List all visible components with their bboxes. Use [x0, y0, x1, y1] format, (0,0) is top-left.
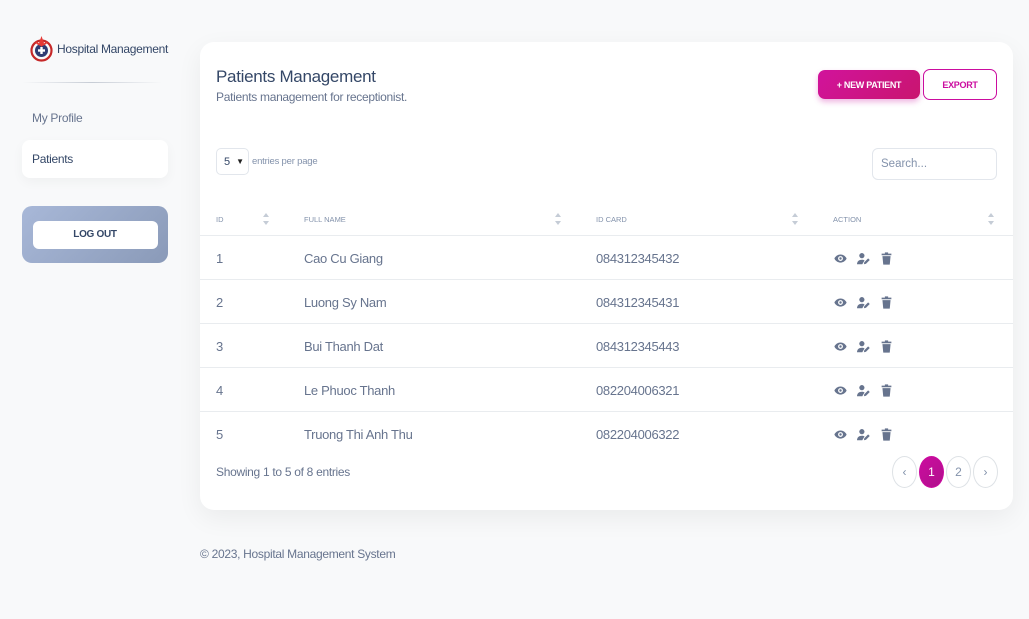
cell-full-name: Truong Thi Anh Thu	[304, 426, 413, 442]
cell-id: 5	[216, 426, 223, 442]
page-title: Patients Management	[216, 67, 376, 86]
row-actions	[833, 324, 893, 368]
sort-icon[interactable]	[792, 213, 798, 225]
sort-icon[interactable]	[988, 213, 994, 225]
page-2-button[interactable]: 2	[946, 456, 971, 488]
eye-icon[interactable]	[833, 427, 847, 441]
user-edit-icon[interactable]	[856, 339, 870, 353]
entries-per-page-select[interactable]: 5 ▼	[216, 148, 249, 175]
search-input[interactable]	[872, 148, 997, 180]
row-actions	[833, 368, 893, 412]
sidebar-item-patients[interactable]: Patients	[22, 140, 168, 178]
footer-copyright: © 2023, Hospital Management System	[200, 547, 396, 561]
column-header-full-name[interactable]: FULL NAME	[304, 202, 346, 236]
new-patient-button[interactable]: + NEW PATIENT	[818, 70, 920, 99]
column-header-id-card[interactable]: ID CARD	[596, 202, 627, 236]
sort-icon[interactable]	[555, 213, 561, 225]
column-header-action[interactable]: ACTION	[833, 202, 861, 236]
cell-id: 4	[216, 382, 223, 398]
entries-per-page-label: entries per page	[252, 156, 318, 167]
eye-icon[interactable]	[833, 251, 847, 265]
entries-info: Showing 1 to 5 of 8 entries	[216, 465, 350, 479]
logout-button[interactable]: LOG OUT	[32, 220, 158, 249]
export-button[interactable]: EXPORT	[923, 69, 997, 100]
eye-icon[interactable]	[833, 295, 847, 309]
sidebar-item-my-profile[interactable]: My Profile	[22, 99, 168, 137]
brand-divider	[22, 82, 162, 83]
cell-id: 2	[216, 294, 223, 310]
column-header-id[interactable]: ID	[216, 202, 224, 236]
cell-full-name: Bui Thanh Dat	[304, 338, 383, 354]
row-actions	[833, 412, 893, 456]
row-actions	[833, 236, 893, 280]
pagination: ‹ 1 2 ›	[892, 456, 998, 488]
table-row: 1 Cao Cu Giang 084312345432	[200, 236, 1013, 280]
logout-card: LOG OUT	[22, 206, 168, 263]
trash-icon[interactable]	[879, 339, 893, 353]
patients-card: Patients Management Patients management …	[200, 42, 1013, 510]
table-row: 5 Truong Thi Anh Thu 082204006322	[200, 412, 1013, 456]
page-subtitle: Patients management for receptionist.	[216, 90, 408, 104]
eye-icon[interactable]	[833, 383, 847, 397]
row-actions	[833, 280, 893, 324]
table-row: 3 Bui Thanh Dat 084312345443	[200, 324, 1013, 368]
cell-id: 1	[216, 250, 223, 266]
user-edit-icon[interactable]	[856, 251, 870, 265]
next-page-button[interactable]: ›	[973, 456, 998, 488]
entries-per-page-value: 5	[224, 155, 231, 168]
cell-id-card: 082204006321	[596, 382, 680, 398]
table-row: 4 Le Phuoc Thanh 082204006321	[200, 368, 1013, 412]
sort-icon[interactable]	[263, 213, 269, 225]
table-row: 2 Luong Sy Nam 084312345431	[200, 280, 1013, 324]
trash-icon[interactable]	[879, 427, 893, 441]
user-edit-icon[interactable]	[856, 295, 870, 309]
sidebar: Hospital Management My Profile Patients …	[0, 0, 185, 619]
prev-page-button[interactable]: ‹	[892, 456, 917, 488]
eye-icon[interactable]	[833, 339, 847, 353]
entries-per-page: 5 ▼ entries per page	[216, 148, 318, 175]
brand-name: Hospital Management	[57, 42, 169, 56]
trash-icon[interactable]	[879, 383, 893, 397]
trash-icon[interactable]	[879, 251, 893, 265]
brand[interactable]: Hospital Management	[30, 34, 168, 64]
cell-id-card: 084312345443	[596, 338, 680, 354]
cell-full-name: Le Phuoc Thanh	[304, 382, 395, 398]
table-header: ID FULL NAME ID CARD ACTION	[200, 202, 1013, 236]
cell-id: 3	[216, 338, 223, 354]
sidebar-item-label: Patients	[32, 152, 73, 166]
user-edit-icon[interactable]	[856, 383, 870, 397]
trash-icon[interactable]	[879, 295, 893, 309]
chevron-down-icon: ▼	[236, 157, 244, 166]
hospital-logo-icon	[30, 36, 53, 62]
cell-id-card: 084312345432	[596, 250, 680, 266]
page-1-button[interactable]: 1	[919, 456, 944, 488]
cell-id-card: 084312345431	[596, 294, 680, 310]
cell-id-card: 082204006322	[596, 426, 680, 442]
cell-full-name: Luong Sy Nam	[304, 294, 387, 310]
user-edit-icon[interactable]	[856, 427, 870, 441]
sidebar-item-label: My Profile	[32, 111, 83, 125]
cell-full-name: Cao Cu Giang	[304, 250, 383, 266]
